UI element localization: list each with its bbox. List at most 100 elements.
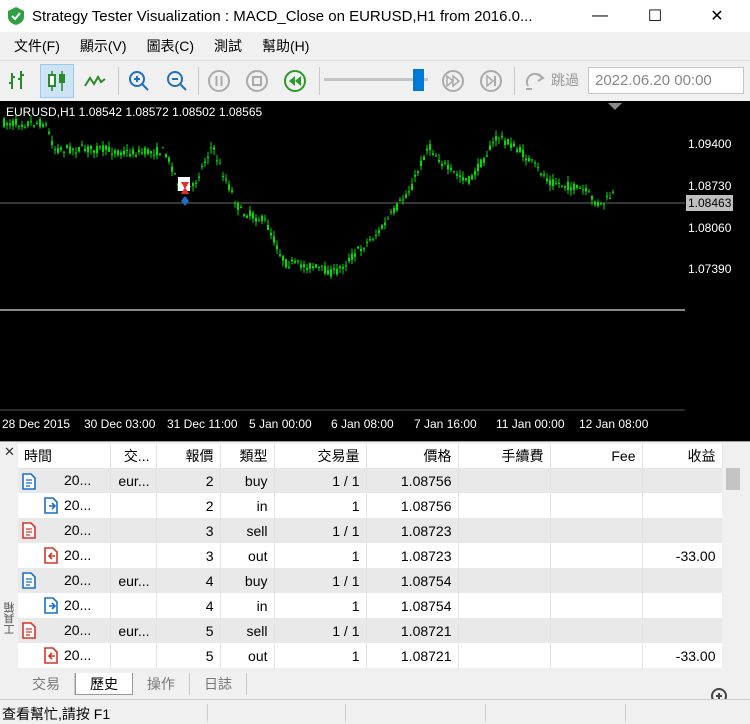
cell-type: buy bbox=[220, 568, 275, 593]
bar-chart-button[interactable] bbox=[2, 64, 36, 98]
status-bar: 查看幫忙,請按 F1 bbox=[0, 699, 750, 724]
cell-symbol bbox=[110, 593, 157, 618]
cell-fee bbox=[550, 493, 643, 518]
menu-charts[interactable]: 圖表(C) bbox=[137, 36, 204, 56]
tab-history[interactable]: 歷史 bbox=[75, 673, 133, 695]
candle-body bbox=[81, 144, 83, 146]
candle-body bbox=[438, 159, 440, 162]
cell-profit bbox=[642, 568, 723, 593]
maximize-button[interactable]: ☐ bbox=[630, 0, 680, 32]
column-header-profit[interactable]: 收益 bbox=[642, 444, 723, 469]
toolbox-close-button[interactable]: ✕ bbox=[4, 444, 15, 460]
speed-slider-thumb[interactable] bbox=[413, 69, 424, 91]
price-label: 1.09400 bbox=[688, 137, 732, 151]
stop-button[interactable] bbox=[240, 64, 274, 98]
title-bar: Strategy Tester Visualization : MACD_Clo… bbox=[0, 0, 750, 32]
cell-ticket: 4 bbox=[156, 568, 221, 593]
candle-body bbox=[393, 207, 395, 213]
table-row[interactable]: 20... eur... 5 sell 1 / 1 1.08721 bbox=[18, 618, 723, 643]
price-chart[interactable]: EURUSD,H1 1.08542 1.08572 1.08502 1.0856… bbox=[0, 101, 685, 441]
candle-body bbox=[48, 131, 50, 134]
menu-file[interactable]: 文件(F) bbox=[4, 36, 70, 56]
candle-body bbox=[510, 143, 512, 148]
table-scrollbar[interactable] bbox=[722, 468, 744, 668]
table-row[interactable]: 20... 4 in 1 1.08754 bbox=[18, 593, 723, 618]
table-row[interactable]: 20... eur... 2 buy 1 / 1 1.08756 bbox=[18, 468, 723, 493]
candle-body bbox=[72, 148, 74, 150]
close-window-button[interactable]: ✕ bbox=[692, 0, 742, 32]
cell-commission bbox=[458, 518, 551, 543]
skip-to-date-button[interactable] bbox=[518, 64, 552, 98]
candle-body bbox=[108, 146, 110, 152]
speed-up-button[interactable] bbox=[436, 64, 470, 98]
menu-test[interactable]: 測試 bbox=[204, 36, 252, 56]
candles-plot bbox=[0, 103, 685, 411]
table-row[interactable]: 20... eur... 4 buy 1 / 1 1.08754 bbox=[18, 568, 723, 593]
jump-icon bbox=[525, 72, 545, 90]
tab-trade[interactable]: 交易 bbox=[18, 673, 75, 695]
candle-body bbox=[369, 239, 371, 241]
column-header-price[interactable]: 價格 bbox=[366, 444, 459, 469]
cell-fee bbox=[550, 568, 643, 593]
cell-commission bbox=[458, 468, 551, 493]
candle-body bbox=[552, 179, 554, 187]
skip-to-date-input[interactable]: 2022.06.20 00:00 bbox=[588, 67, 744, 94]
cell-profit bbox=[642, 593, 723, 618]
candle-body bbox=[204, 161, 206, 164]
table-row[interactable]: 20... 2 in 1 1.08756 bbox=[18, 493, 723, 518]
table-row[interactable]: 20... 3 out 1 1.08723 -33.00 bbox=[18, 543, 723, 568]
pause-button[interactable] bbox=[202, 64, 236, 98]
cell-time: 20... bbox=[18, 493, 111, 518]
column-header-fee[interactable]: Fee bbox=[550, 444, 643, 469]
time-value: 20... bbox=[64, 596, 92, 613]
candle-body bbox=[78, 146, 80, 152]
cell-ticket: 3 bbox=[156, 543, 221, 568]
cell-profit: -33.00 bbox=[642, 643, 723, 668]
candlestick-button[interactable] bbox=[40, 64, 74, 98]
menu-help[interactable]: 幫助(H) bbox=[252, 36, 319, 56]
column-header-ticket[interactable]: 報價 bbox=[156, 444, 221, 469]
cell-type: out bbox=[220, 543, 275, 568]
step-forward-button[interactable] bbox=[474, 64, 508, 98]
scrollbar-thumb[interactable] bbox=[726, 468, 740, 490]
candle-body bbox=[495, 136, 497, 141]
tab-journal[interactable]: 日誌 bbox=[190, 673, 247, 695]
column-header-type[interactable]: 類型 bbox=[220, 444, 275, 469]
table-row[interactable]: 20... 5 out 1 1.08721 -33.00 bbox=[18, 643, 723, 668]
table-row[interactable]: 20... 3 sell 1 / 1 1.08723 bbox=[18, 518, 723, 543]
cell-price: 1.08721 bbox=[366, 643, 459, 668]
candle-body bbox=[372, 239, 374, 241]
column-header-commission[interactable]: 手續費 bbox=[458, 444, 551, 469]
toolbox-panel: ✕ 工具箱 時間 交... 報價 類型 交易量 價格 手續費 Fee 收益 20… bbox=[0, 441, 750, 708]
candle-body bbox=[465, 178, 467, 181]
time-label: 12 Jan 08:00 bbox=[579, 417, 649, 431]
line-chart-button[interactable] bbox=[78, 64, 112, 98]
zoom-in-button[interactable] bbox=[122, 64, 156, 98]
toolbox-tabs: 交易 歷史 操作 日誌 bbox=[18, 673, 247, 697]
time-value: 20... bbox=[64, 646, 92, 663]
candle-body bbox=[324, 266, 326, 274]
candle-body bbox=[282, 255, 284, 261]
cell-profit bbox=[642, 468, 723, 493]
zoom-out-button[interactable] bbox=[160, 64, 194, 98]
price-scale[interactable]: 1.09400 1.08730 1.08463 1.08060 1.07390 bbox=[685, 101, 750, 441]
candle-body bbox=[453, 171, 455, 173]
candle-body bbox=[564, 185, 566, 188]
slow-down-button[interactable] bbox=[278, 64, 312, 98]
candle-body bbox=[606, 196, 608, 198]
column-header-volume[interactable]: 交易量 bbox=[274, 444, 367, 469]
candle-body bbox=[69, 146, 71, 154]
candle-body bbox=[42, 124, 44, 127]
column-header-time[interactable]: 時間 bbox=[18, 444, 111, 469]
candle-body bbox=[267, 224, 269, 231]
cell-volume: 1 bbox=[274, 493, 367, 518]
menu-view[interactable]: 顯示(V) bbox=[70, 36, 137, 56]
column-header-symbol[interactable]: 交... bbox=[110, 444, 157, 469]
candle-body bbox=[432, 153, 434, 155]
time-value: 20... bbox=[64, 496, 92, 513]
minimize-button[interactable]: — bbox=[575, 0, 625, 32]
tab-operations[interactable]: 操作 bbox=[133, 673, 190, 695]
candle-body bbox=[555, 183, 557, 185]
candle-body bbox=[399, 199, 401, 201]
candle-body bbox=[273, 236, 275, 243]
